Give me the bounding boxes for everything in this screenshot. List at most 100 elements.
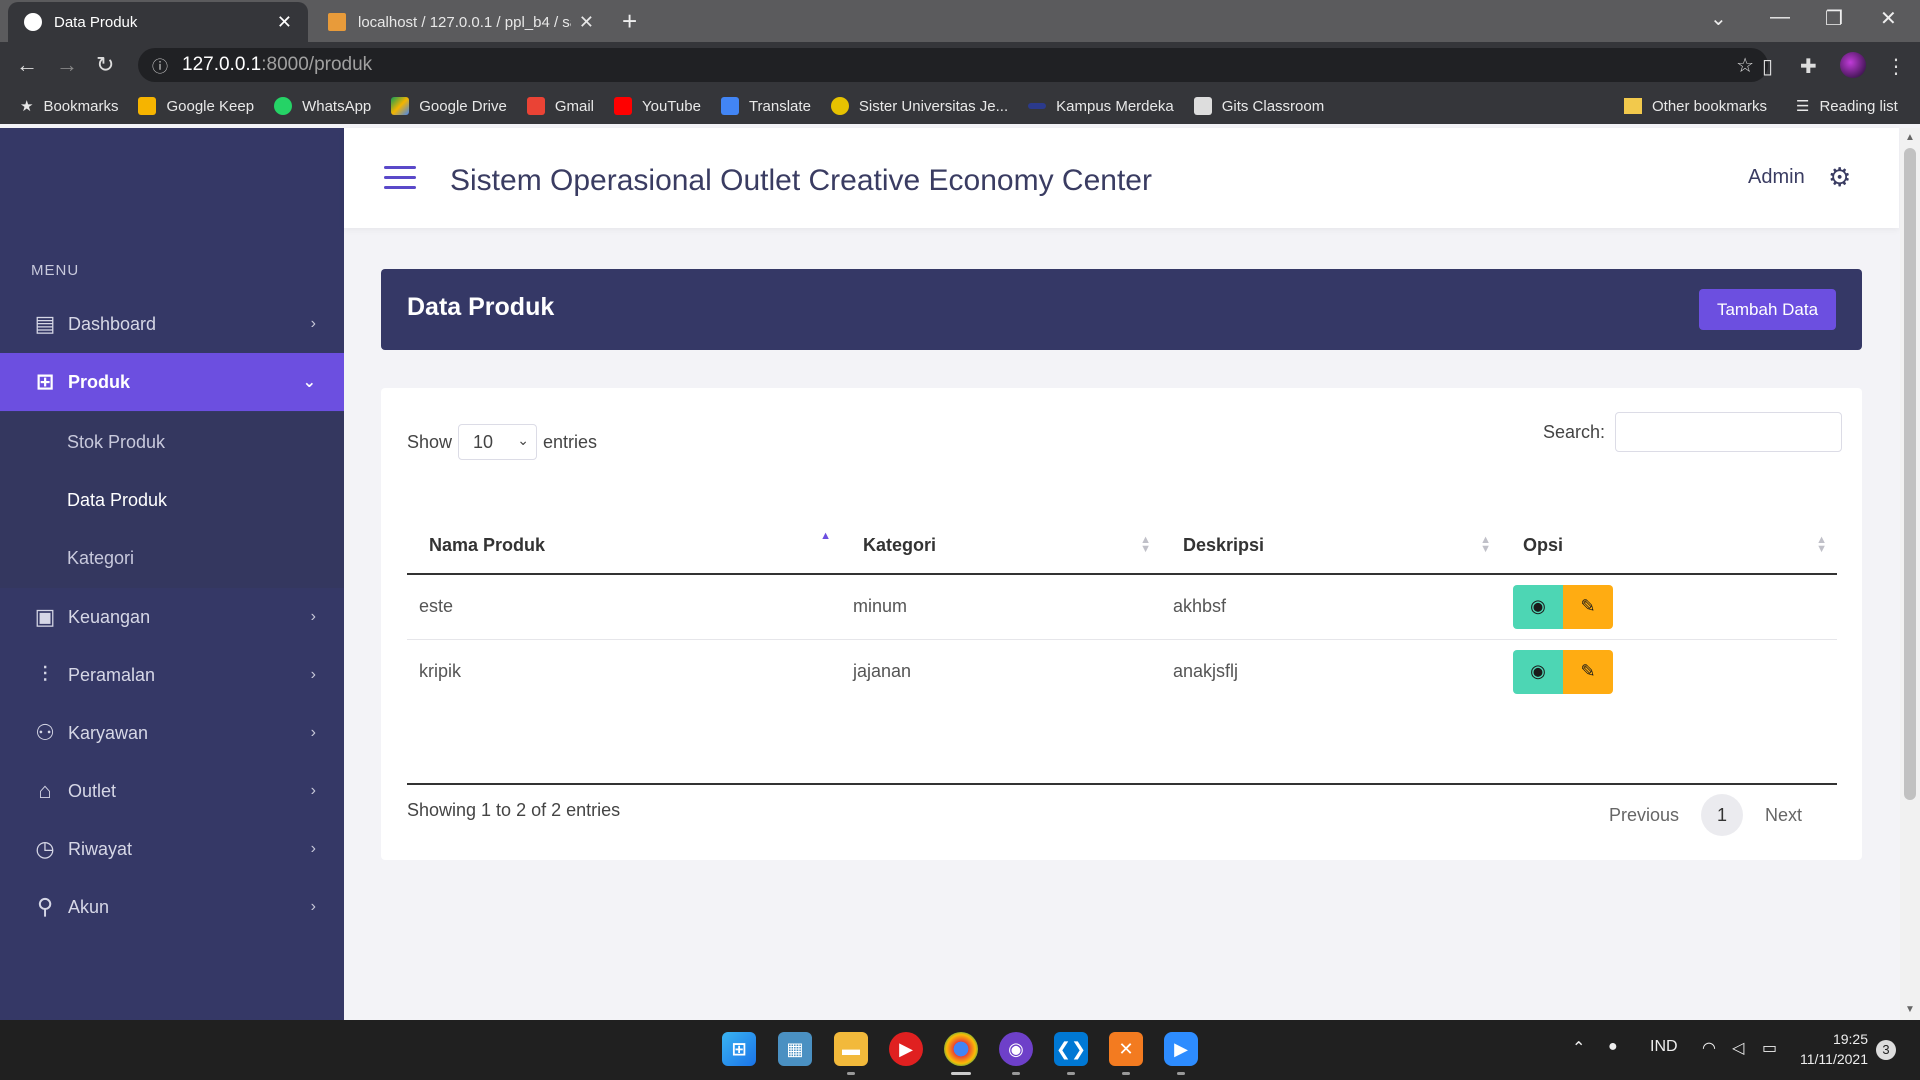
battery-icon[interactable]: ▭: [1762, 1038, 1777, 1058]
clock-time: 19:25: [1832, 1031, 1868, 1047]
page-title: Data Produk: [407, 293, 555, 321]
xampp-icon[interactable]: ✕: [1109, 1032, 1143, 1066]
chrome-icon[interactable]: [944, 1032, 978, 1066]
cast-icon[interactable]: ▯: [1762, 54, 1773, 79]
folder-icon: [1624, 98, 1642, 114]
google-drive-icon: [391, 97, 410, 115]
bookmark-item[interactable]: Sister Universitas Je...: [830, 97, 1008, 115]
search-input[interactable]: [1615, 412, 1843, 452]
bookmark-item[interactable]: Google Keep: [138, 97, 254, 115]
sidebar-subitem-kategori[interactable]: Kategori: [67, 548, 134, 569]
gear-icon[interactable]: ⚙: [1828, 162, 1851, 193]
next-button[interactable]: Next: [1765, 805, 1802, 826]
scroll-up-icon[interactable]: ▲: [1905, 132, 1915, 143]
entries-label: entries: [543, 431, 598, 452]
widgets-icon[interactable]: ▦: [778, 1032, 812, 1066]
other-bookmarks[interactable]: Other bookmarks: [1624, 88, 1767, 124]
chevron-up-icon[interactable]: ⌃: [1572, 1038, 1585, 1058]
microphone-icon[interactable]: ●: [1608, 1038, 1618, 1056]
zoom-icon[interactable]: ▶: [1164, 1032, 1198, 1066]
action-group: ◉ ✎: [1513, 584, 1613, 629]
bookmark-star-icon[interactable]: ☆: [1736, 53, 1754, 78]
minimize-icon[interactable]: —: [1770, 6, 1790, 29]
file-explorer-icon[interactable]: ▬: [834, 1032, 868, 1066]
sidebar-item-keuangan[interactable]: ▣ Keuangan ›: [0, 588, 344, 646]
page-scrollbar[interactable]: ▲ ▼: [1900, 128, 1920, 1020]
wifi-icon[interactable]: ◠: [1702, 1038, 1716, 1058]
profile-avatar[interactable]: [1840, 52, 1866, 78]
whatsapp-icon: [274, 97, 293, 115]
edit-button[interactable]: ✎: [1563, 584, 1613, 629]
user-icon: ⚲: [36, 894, 54, 919]
sidebar: MENU ▤ Dashboard › ⊞ Produk ⌄ Stok Produ…: [0, 128, 344, 1020]
chevron-down-icon[interactable]: ⌄: [1710, 6, 1727, 31]
media-player-icon[interactable]: ▶: [889, 1032, 923, 1066]
bookmark-item[interactable]: YouTube: [613, 97, 701, 115]
cell-deskripsi: anakjsflj: [1173, 661, 1239, 682]
notification-badge[interactable]: 3: [1876, 1040, 1896, 1060]
chevron-right-icon: ›: [310, 315, 316, 332]
column-header-nama-produk[interactable]: Nama Produk ▲: [407, 518, 841, 575]
back-icon[interactable]: ←: [16, 52, 38, 78]
chevron-right-icon: ›: [310, 608, 316, 625]
forward-icon[interactable]: →: [56, 52, 78, 78]
close-tab-icon[interactable]: ✕: [277, 12, 292, 33]
bookmark-item[interactable]: Gmail: [526, 97, 594, 115]
clock[interactable]: 19:25 11/11/2021: [1800, 1029, 1868, 1069]
edit-button[interactable]: ✎: [1563, 649, 1613, 694]
bookmark-item[interactable]: ★ Bookmarks: [20, 97, 118, 116]
sidebar-item-akun[interactable]: ⚲ Akun ›: [0, 878, 344, 936]
sidebar-subitem-stok-produk[interactable]: Stok Produk: [67, 432, 165, 453]
hamburger-menu-icon[interactable]: [384, 166, 416, 190]
github-icon[interactable]: ◉: [999, 1032, 1033, 1066]
scrollbar-thumb[interactable]: [1904, 148, 1916, 800]
sidebar-item-riwayat[interactable]: ◷ Riwayat ›: [0, 820, 344, 878]
page-button-1[interactable]: 1: [1701, 794, 1744, 836]
extensions-icon[interactable]: ✚: [1800, 54, 1817, 79]
bookmark-item[interactable]: WhatsApp: [274, 97, 371, 115]
url-input[interactable]: ⓘ 127.0.0.1:8000/produk ☆: [138, 48, 1768, 82]
info-icon[interactable]: ⓘ: [152, 53, 168, 77]
column-header-deskripsi[interactable]: Deskripsi ▲ ▼: [1161, 518, 1501, 575]
close-tab-icon[interactable]: ✕: [579, 12, 594, 33]
close-window-icon[interactable]: ✕: [1880, 6, 1897, 31]
chevron-right-icon: ›: [310, 724, 316, 741]
sidebar-item-peramalan[interactable]: ⫶ Peramalan ›: [0, 646, 344, 704]
bookmark-item[interactable]: Gits Classroom: [1193, 97, 1324, 115]
column-header-opsi[interactable]: Opsi ▲ ▼: [1501, 518, 1837, 575]
reload-icon[interactable]: ↻: [96, 52, 114, 78]
scroll-down-icon[interactable]: ▼: [1905, 1004, 1915, 1015]
table-info: Showing 1 to 2 of 2 entries: [407, 800, 621, 820]
app-title: Sistem Operasional Outlet Creative Econo…: [450, 164, 1152, 197]
view-button[interactable]: ◉: [1513, 584, 1563, 629]
vscode-icon[interactable]: ❮❯: [1054, 1032, 1088, 1066]
reading-list[interactable]: ☰ Reading list: [1796, 88, 1898, 124]
sidebar-item-dashboard[interactable]: ▤ Dashboard ›: [0, 295, 344, 353]
table-row: este minum akhbsf ◉ ✎: [407, 574, 1837, 640]
sidebar-item-produk[interactable]: ⊞ Produk ⌄: [0, 353, 344, 411]
language-indicator[interactable]: IND: [1650, 1038, 1678, 1056]
restore-icon[interactable]: ❐: [1825, 6, 1843, 31]
sidebar-subitem-data-produk[interactable]: Data Produk: [67, 490, 167, 511]
user-name[interactable]: Admin: [1748, 166, 1805, 189]
new-tab-icon[interactable]: +: [622, 6, 637, 37]
previous-button[interactable]: Previous: [1609, 805, 1679, 826]
volume-icon[interactable]: ◁: [1732, 1038, 1744, 1058]
bookmark-item[interactable]: Google Drive: [391, 97, 507, 115]
column-header-kategori[interactable]: Kategori ▲ ▼: [841, 518, 1161, 575]
browser-tab-active[interactable]: Data Produk ✕: [8, 2, 308, 42]
pencil-icon: ✎: [1580, 596, 1596, 617]
browser-tab[interactable]: localhost / 127.0.0.1 / ppl_b4 / sa ✕: [312, 2, 610, 42]
cell-nama-produk: este: [407, 574, 841, 640]
sidebar-item-karyawan[interactable]: ⚇ Karyawan ›: [0, 704, 344, 762]
bookmark-item[interactable]: Kampus Merdeka: [1028, 98, 1174, 115]
add-data-button[interactable]: Tambah Data: [1699, 289, 1836, 330]
windows-start-icon[interactable]: ⊞: [722, 1032, 756, 1066]
more-menu-icon[interactable]: ⋮: [1886, 54, 1906, 79]
produk-submenu: Stok Produk Data Produk Kategori: [0, 412, 344, 588]
sidebar-item-outlet[interactable]: ⌂ Outlet ›: [0, 762, 344, 820]
cell-deskripsi: akhbsf: [1161, 574, 1501, 640]
bookmark-item[interactable]: Translate: [720, 97, 811, 115]
view-button[interactable]: ◉: [1513, 649, 1563, 694]
star-icon: ★: [20, 98, 34, 115]
